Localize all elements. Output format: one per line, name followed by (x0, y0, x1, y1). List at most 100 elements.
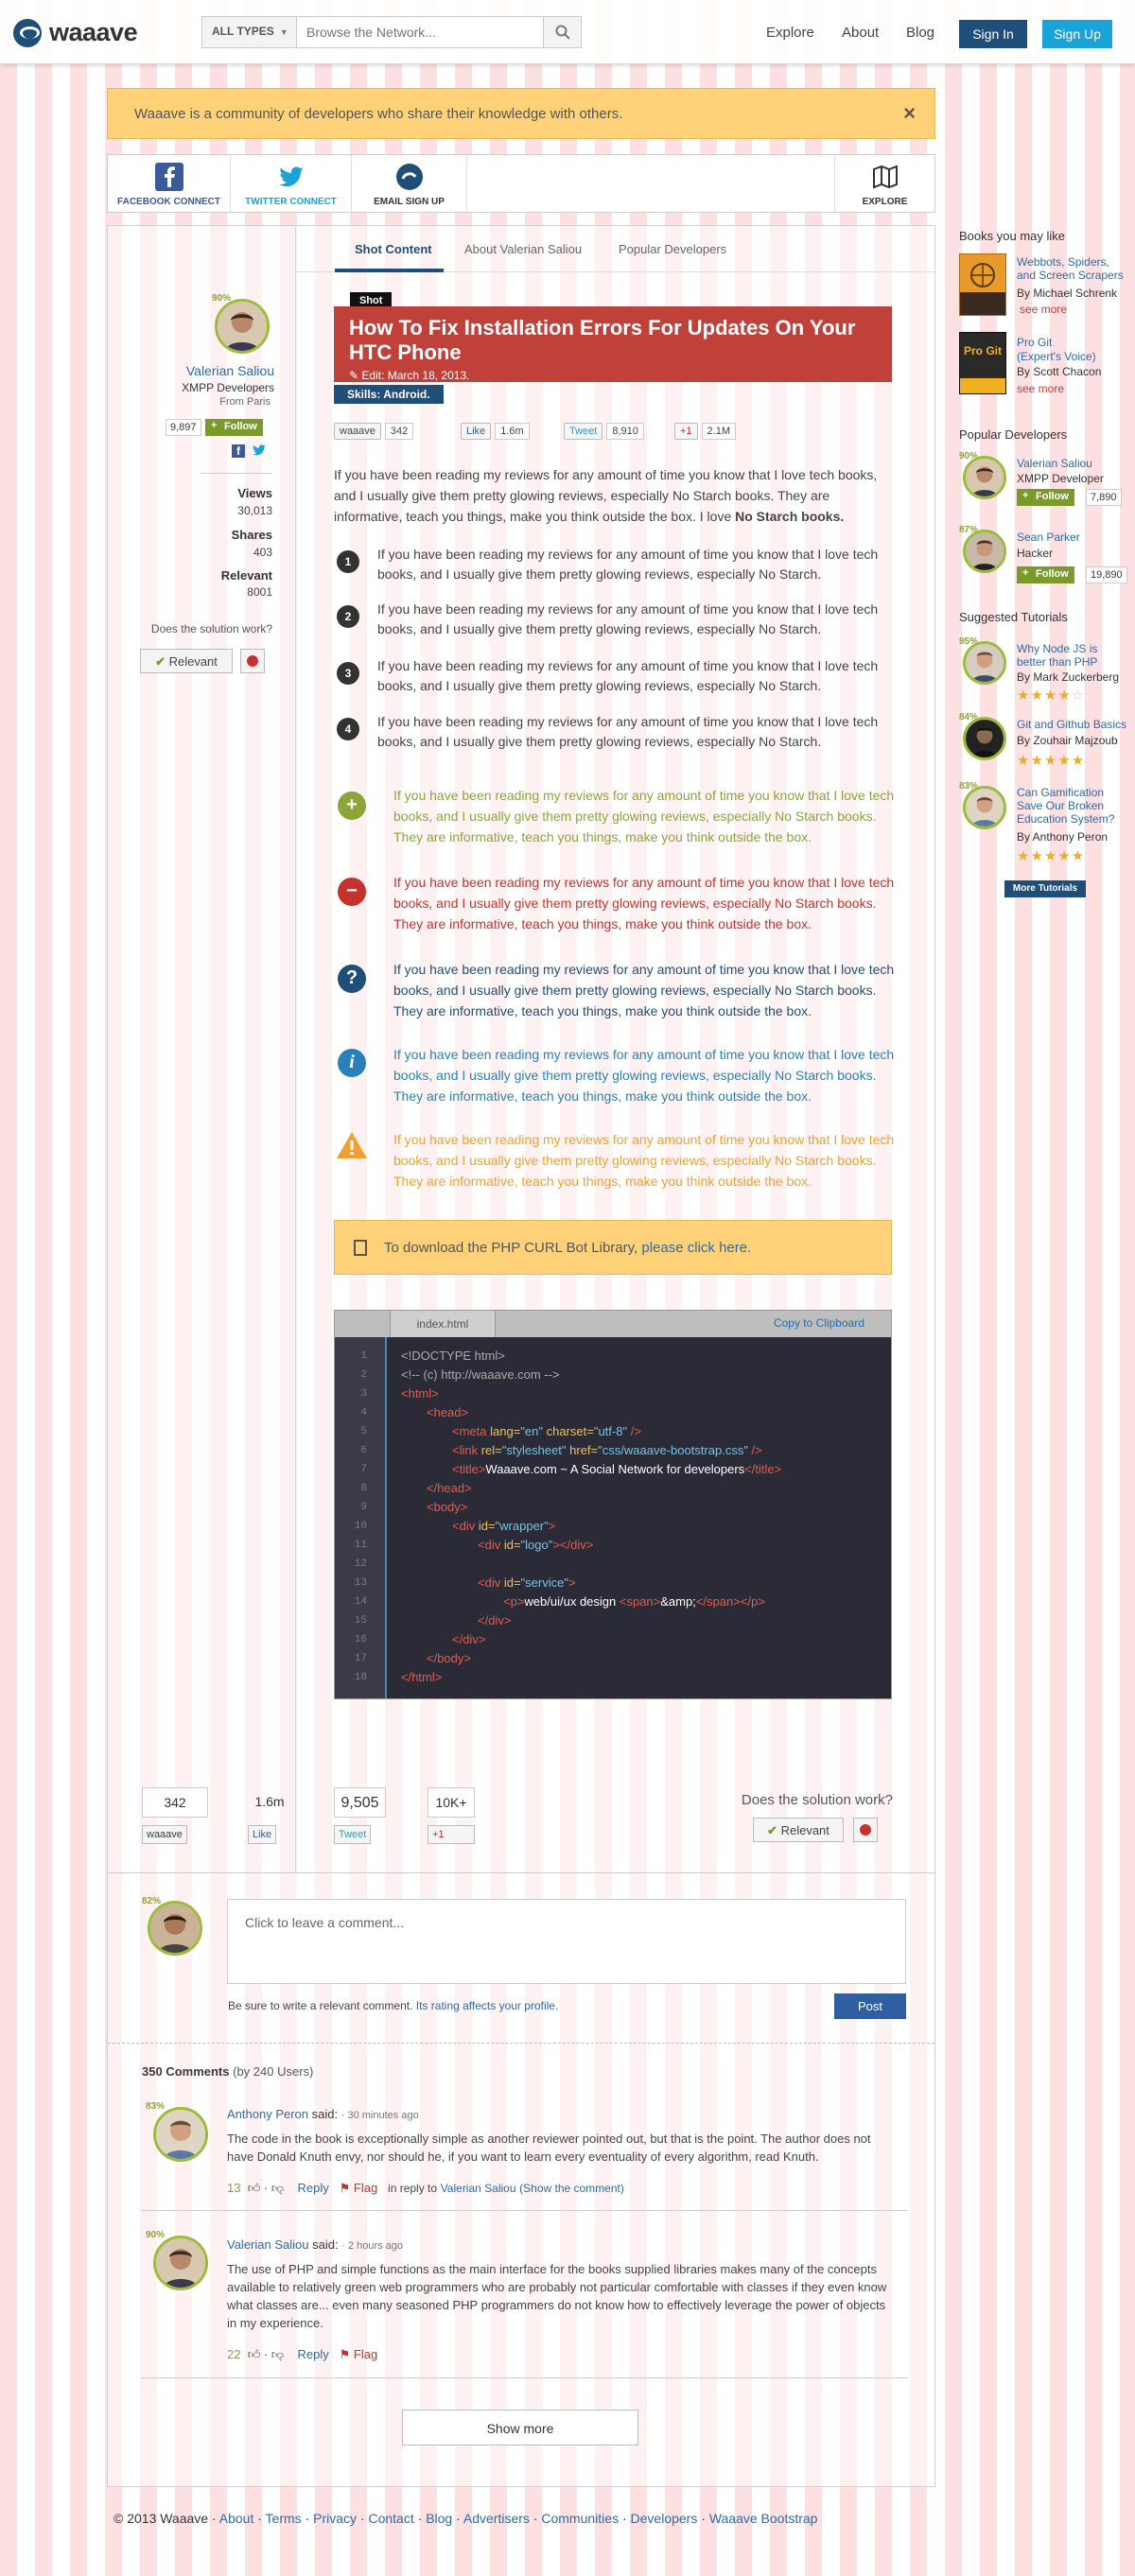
commenter-avatar[interactable] (153, 2236, 208, 2290)
dev-follow-button[interactable]: + Follow (1017, 566, 1074, 583)
footer-contact[interactable]: Contact (368, 2511, 413, 2526)
dev-avatar[interactable] (963, 456, 1006, 499)
flag-link[interactable]: Flag (354, 2181, 377, 2195)
book-cover[interactable]: Pro Git (959, 332, 1006, 394)
footer-terms[interactable]: Terms (266, 2511, 302, 2526)
nav-blog[interactable]: Blog (906, 25, 934, 41)
share-facebook[interactable]: Like 1.6m (461, 423, 530, 442)
dev-name[interactable]: Sean Parker (1017, 531, 1080, 544)
more-tutorials-button[interactable]: More Tutorials (1004, 880, 1086, 897)
thumbs-up-icon[interactable]: 👍︎ (248, 2347, 261, 2361)
post-comment-button[interactable]: Post (834, 1993, 906, 2019)
comment-time: 30 minutes ago (347, 2110, 419, 2121)
author-avatar[interactable] (215, 299, 270, 354)
logo-icon[interactable] (13, 19, 42, 47)
comments-users: (by 240 Users) (233, 2064, 314, 2079)
not-relevant-button[interactable] (240, 649, 265, 673)
nav-explore[interactable]: Explore (766, 25, 814, 41)
tutorial-author-avatar[interactable] (963, 717, 1006, 760)
share-gplus[interactable]: +1 2.1M (674, 423, 737, 442)
code-file-tab[interactable]: index.html (390, 1311, 496, 1337)
comment-input[interactable]: Click to leave a comment... (227, 1899, 906, 1984)
commenter-name[interactable]: Valerian Saliou (227, 2237, 308, 2252)
nav-about[interactable]: About (842, 25, 879, 41)
footer-blog[interactable]: Blog (426, 2511, 452, 2526)
book-cover[interactable] (959, 253, 1006, 316)
search-input[interactable] (306, 23, 533, 42)
thumbs-down-icon[interactable]: 👎︎ (271, 2181, 284, 2195)
sign-in-button[interactable]: Sign In (959, 20, 1027, 48)
facebook-like-button[interactable]: Like (461, 423, 492, 440)
commenter-avatar[interactable] (153, 2107, 208, 2162)
footer-communities[interactable]: Communities (541, 2511, 619, 2526)
search-button[interactable] (543, 17, 581, 47)
tutorial-title[interactable]: Why Node JS is better than PHP (1017, 642, 1128, 669)
footer-developers[interactable]: Developers (631, 2511, 698, 2526)
share-twitter[interactable]: Tweet 8,910 (564, 423, 644, 442)
thumbs-down-icon[interactable]: 👎︎ (271, 2347, 284, 2361)
show-more-button[interactable]: Show more (402, 2410, 638, 2445)
book-see-more[interactable]: see more (1020, 303, 1067, 316)
email-signup-button[interactable]: EMAIL SIGN UP (352, 155, 467, 212)
reply-link[interactable]: Reply (298, 2347, 329, 2361)
code-line: <div id="logo"></div> (478, 1538, 594, 1552)
relevant-button[interactable]: ✔ Relevant (753, 1818, 844, 1842)
download-link[interactable]: please click here. (641, 1240, 751, 1256)
check-icon: ✔ (155, 654, 169, 669)
skills-tag[interactable]: Skills: Android. (334, 385, 444, 404)
sign-up-button[interactable]: Sign Up (1042, 20, 1112, 48)
footer-about[interactable]: About (219, 2511, 254, 2526)
comment-actions: 22 👍︎ · 👎︎ Reply ⚑ Flag (227, 2347, 378, 2361)
thumbs-up-icon[interactable]: 👍︎ (248, 2181, 261, 2195)
gplus-button[interactable]: +1 (428, 1825, 475, 1844)
tab-shot-content[interactable]: Shot Content (355, 242, 432, 256)
book-title[interactable]: Webbots, Spiders, and Screen Scrapers (1017, 255, 1128, 282)
facebook-connect-button[interactable]: FACEBOOK CONNECT (108, 155, 231, 212)
waaave-total: 342 (142, 1787, 208, 1818)
book-title[interactable]: Pro Git (1017, 336, 1052, 349)
share-waaave[interactable]: waaave 342 (334, 423, 414, 442)
author-follow-button[interactable]: + Follow (205, 419, 263, 436)
tweet-button[interactable]: Tweet (334, 1825, 372, 1844)
author-twitter-icon[interactable] (252, 444, 267, 458)
dev-follow-button[interactable]: + Follow (1017, 489, 1074, 506)
copy-to-clipboard-link[interactable]: Copy to Clipboard (774, 1316, 864, 1330)
flag-link[interactable]: Flag (354, 2347, 377, 2361)
logo-text[interactable]: waaave (49, 18, 138, 47)
facebook-connect-label: FACEBOOK CONNECT (117, 197, 220, 207)
commenter-name[interactable]: Anthony Peron (227, 2107, 308, 2121)
code-line: <html> (401, 1386, 439, 1401)
comment-divider (142, 2210, 908, 2211)
book-see-more[interactable]: see more (1017, 382, 1064, 395)
user-avatar (148, 1901, 202, 1956)
tab-popular-developers[interactable]: Popular Developers (619, 242, 726, 256)
author-facebook-icon[interactable]: f (232, 444, 245, 458)
dev-name[interactable]: Valerian Saliou (1017, 457, 1092, 470)
not-relevant-button[interactable] (853, 1818, 878, 1842)
twitter-connect-button[interactable]: TWITTER CONNECT (231, 155, 352, 212)
tutorial-title[interactable]: Git and Github Basics (1017, 718, 1126, 731)
search-type-select[interactable]: ALL TYPES ▼ (202, 17, 297, 47)
facebook-like-button[interactable]: Like (248, 1825, 277, 1844)
reply-to-user[interactable]: Valerian Saliou (441, 2182, 516, 2195)
dev-avatar[interactable] (963, 530, 1006, 573)
close-icon[interactable]: × (903, 101, 916, 126)
reply-link[interactable]: Reply (298, 2181, 329, 2195)
tutorial-title[interactable]: Can Gamification Save Our Broken Educati… (1017, 786, 1128, 826)
intro-bold: No Starch books. (735, 509, 845, 524)
footer-bootstrap[interactable]: Waaave Bootstrap (709, 2511, 818, 2526)
tweet-button[interactable]: Tweet (564, 423, 603, 440)
gplus-button[interactable]: +1 (674, 423, 698, 440)
waaave-share-button[interactable]: waaave (142, 1825, 187, 1844)
tutorial-author-avatar[interactable] (963, 786, 1006, 829)
comment-note-link[interactable]: Its rating affects your profile. (416, 1999, 559, 2012)
author-name[interactable]: Valerian Saliou (142, 363, 274, 378)
tab-about-author[interactable]: About Valerian Saliou (464, 242, 582, 256)
tutorial-author-avatar[interactable] (963, 641, 1006, 685)
show-comment-link[interactable]: (Show the comment) (519, 2182, 624, 2195)
waaave-share-button[interactable]: waaave (334, 423, 381, 440)
relevant-button[interactable]: ✔ Relevant (140, 649, 233, 673)
footer-advertisers[interactable]: Advertisers (463, 2511, 530, 2526)
explore-button[interactable]: EXPLORE (834, 155, 934, 212)
footer-privacy[interactable]: Privacy (313, 2511, 357, 2526)
